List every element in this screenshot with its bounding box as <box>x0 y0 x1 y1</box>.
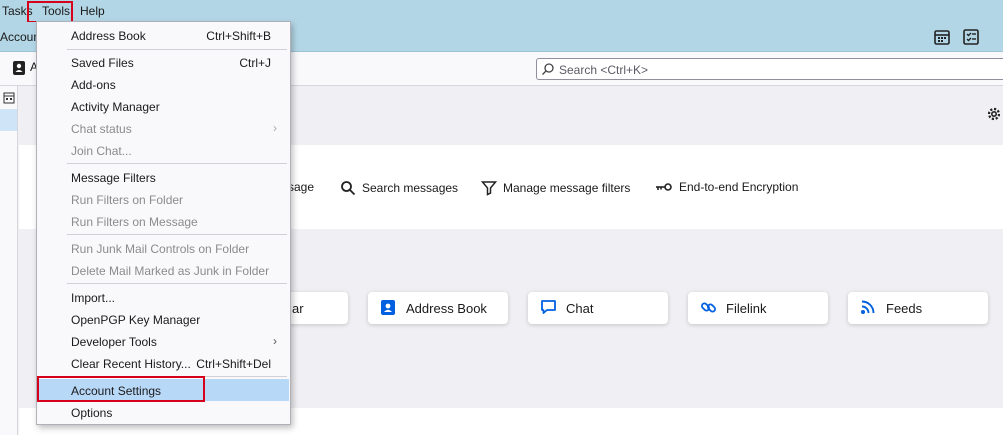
menu-item-run-filters-message[interactable]: Run Filters on Message <box>38 210 289 232</box>
menu-help[interactable]: Help <box>80 4 105 18</box>
menu-item-chat-status[interactable]: Chat status › <box>38 117 289 139</box>
menu-item-developer-tools[interactable]: Developer Tools › <box>38 330 289 352</box>
key-icon <box>656 183 672 191</box>
search-messages-action[interactable]: Search messages <box>340 180 458 196</box>
menu-item-clear-history[interactable]: Clear Recent History... Ctrl+Shift+Del <box>38 352 289 374</box>
filelink-card[interactable]: Filelink <box>688 292 828 324</box>
menubar: Tasks Tools Help <box>0 0 1003 22</box>
manage-filters-action[interactable]: Manage message filters <box>481 180 630 196</box>
address-book-card[interactable]: Address Book <box>368 292 508 324</box>
tasks-icon[interactable] <box>962 28 980 46</box>
calendar-icon[interactable] <box>933 28 951 46</box>
menu-separator <box>67 49 287 50</box>
accounts-label[interactable]: Accoun <box>0 30 40 44</box>
tools-highlight-box <box>27 1 73 23</box>
account-settings-highlight-box <box>37 376 205 402</box>
rss-icon <box>861 300 875 314</box>
menu-item-saved-files[interactable]: Saved Files Ctrl+J <box>38 51 289 73</box>
address-book-icon[interactable] <box>12 60 26 76</box>
chat-icon <box>541 300 556 314</box>
feeds-card[interactable]: Feeds <box>848 292 988 324</box>
search-placeholder: Search <Ctrl+K> <box>559 63 649 77</box>
menu-item-openpgp-key-manager[interactable]: OpenPGP Key Manager <box>38 308 289 330</box>
tools-menu: Address Book Ctrl+Shift+B Saved Files Ct… <box>36 21 291 425</box>
menu-item-run-junk-controls[interactable]: Run Junk Mail Controls on Folder <box>38 237 289 259</box>
menu-separator <box>67 283 287 284</box>
menu-separator <box>67 163 287 164</box>
menu-item-delete-junk[interactable]: Delete Mail Marked as Junk in Folder <box>38 259 289 281</box>
menu-item-join-chat[interactable]: Join Chat... <box>38 139 289 161</box>
link-icon <box>701 302 716 313</box>
chevron-right-icon: › <box>273 121 277 135</box>
menu-item-add-ons[interactable]: Add-ons <box>38 73 289 95</box>
chat-card[interactable]: Chat <box>528 292 668 324</box>
filter-icon <box>481 181 497 196</box>
selected-folder[interactable] <box>0 109 17 131</box>
folder-mode-icon[interactable] <box>3 92 15 104</box>
encryption-action[interactable]: End-to-end Encryption <box>655 180 798 194</box>
menu-separator <box>67 234 287 235</box>
menu-item-message-filters[interactable]: Message Filters <box>38 166 289 188</box>
menu-item-run-filters-folder[interactable]: Run Filters on Folder <box>38 188 289 210</box>
menu-item-options[interactable]: Options <box>38 401 289 423</box>
search-input[interactable]: Search <Ctrl+K> <box>536 58 1003 80</box>
search-icon <box>542 63 554 75</box>
chevron-right-icon: › <box>273 334 277 348</box>
folder-pane <box>0 86 18 435</box>
menu-item-import[interactable]: Import... <box>38 286 289 308</box>
address-book-icon <box>381 300 395 315</box>
search-icon <box>341 181 356 196</box>
write-message-action[interactable]: sage <box>288 180 314 194</box>
menu-item-address-book[interactable]: Address Book Ctrl+Shift+B <box>38 24 289 46</box>
menu-item-activity-manager[interactable]: Activity Manager <box>38 95 289 117</box>
gear-icon[interactable] <box>986 106 1002 122</box>
